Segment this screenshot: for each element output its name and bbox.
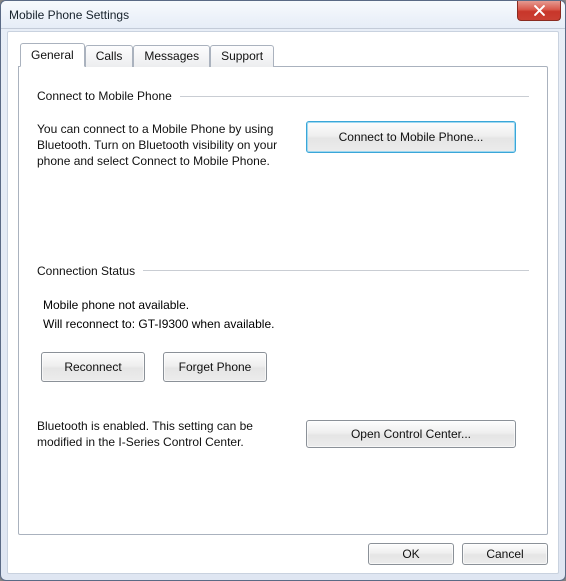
tabs-header: General Calls Messages Support [20,43,548,67]
tab-general[interactable]: General [20,43,85,67]
bluetooth-description: Bluetooth is enabled. This setting can b… [37,418,292,450]
client-area: General Calls Messages Support Connect t… [7,31,559,574]
section-heading-status: Connection Status [37,264,529,278]
titlebar: Mobile Phone Settings [1,1,565,29]
divider [143,270,529,271]
tab-support[interactable]: Support [210,45,274,67]
section-heading-connect-text: Connect to Mobile Phone [37,89,172,103]
cancel-button[interactable]: Cancel [462,543,548,565]
status-line-1: Mobile phone not available. [43,296,529,315]
spacer [37,170,529,264]
window-title: Mobile Phone Settings [9,8,129,22]
bluetooth-row: Bluetooth is enabled. This setting can b… [37,418,529,450]
tab-messages[interactable]: Messages [133,45,210,67]
settings-window: Mobile Phone Settings General Calls Mess… [0,0,566,581]
status-line-2: Will reconnect to: GT-I9300 when availab… [43,315,529,334]
dialog-footer: OK Cancel [18,535,548,565]
close-button[interactable] [517,1,561,21]
open-control-center-button[interactable]: Open Control Center... [306,420,516,448]
reconnect-button[interactable]: Reconnect [41,352,145,382]
connect-to-mobile-phone-button[interactable]: Connect to Mobile Phone... [306,121,516,153]
ok-button[interactable]: OK [368,543,454,565]
forget-phone-button[interactable]: Forget Phone [163,352,267,382]
spacer [37,382,529,418]
connect-description: You can connect to a Mobile Phone by usi… [37,121,292,170]
section-heading-connect: Connect to Mobile Phone [37,89,529,103]
close-icon [534,5,545,16]
status-button-row: Reconnect Forget Phone [41,352,529,382]
section-heading-status-text: Connection Status [37,264,135,278]
status-lines: Mobile phone not available. Will reconne… [43,296,529,334]
divider [180,96,529,97]
connect-row: You can connect to a Mobile Phone by usi… [37,121,529,170]
tab-calls[interactable]: Calls [85,45,134,67]
tab-body-general: Connect to Mobile Phone You can connect … [18,66,548,535]
